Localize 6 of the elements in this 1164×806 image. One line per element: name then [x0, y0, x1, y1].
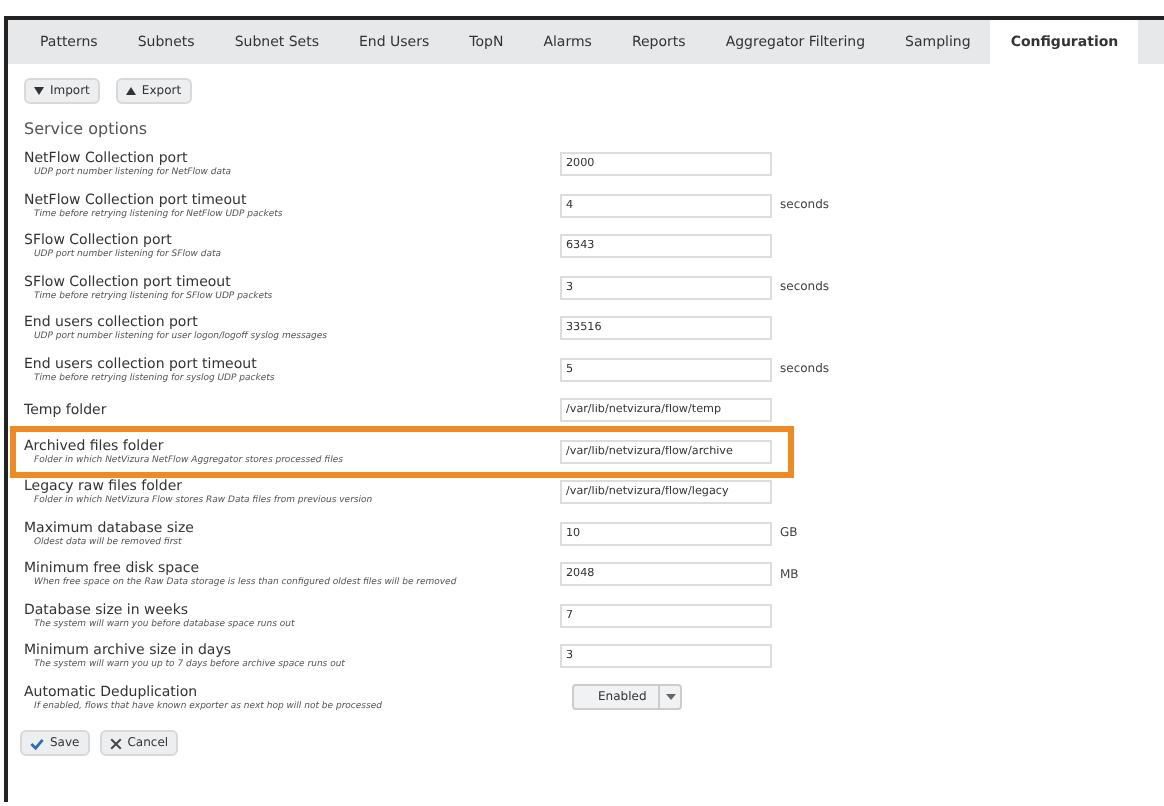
caret-icon — [665, 694, 676, 701]
close-icon — [109, 737, 122, 749]
check-icon — [30, 737, 44, 749]
up-triangle-icon — [125, 86, 136, 96]
down-triangle-icon — [34, 86, 44, 96]
section-title: Service options — [22, 118, 150, 142]
